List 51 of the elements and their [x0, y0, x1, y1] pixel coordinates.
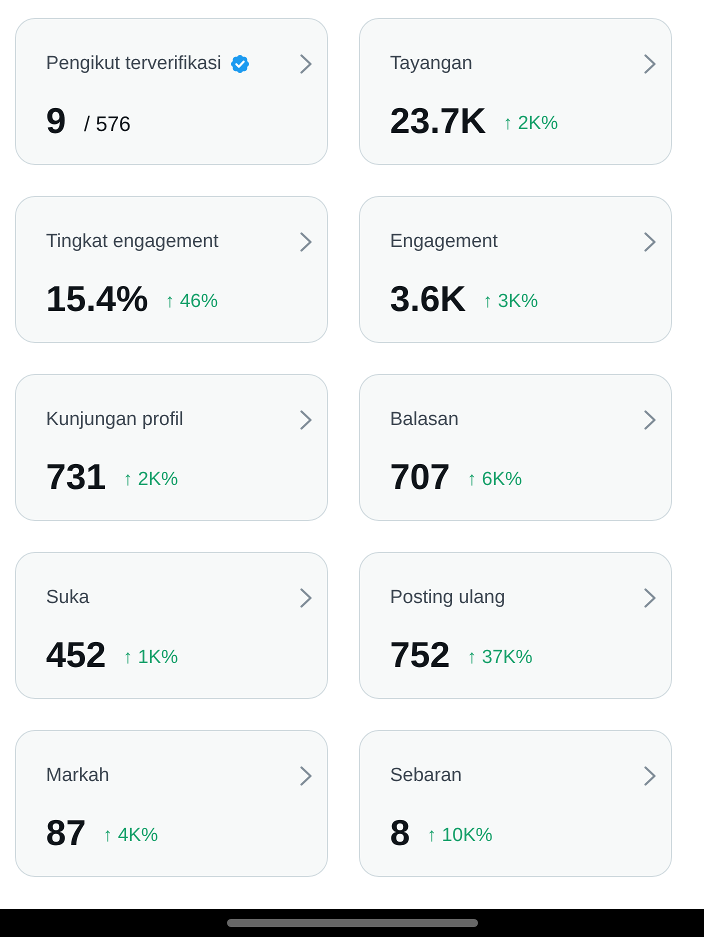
metric-label: Sebaran [390, 764, 462, 788]
chevron-right-icon [300, 410, 312, 430]
chevron-right-icon [644, 232, 656, 252]
metric-value: 9 [46, 101, 66, 141]
chevron-right-icon [300, 766, 312, 786]
home-indicator[interactable] [226, 919, 478, 927]
metric-change: ↑ 2K% [123, 469, 178, 491]
metric-label: Tayangan [390, 52, 472, 76]
metric-value: 23.7K [390, 101, 486, 141]
metric-value: 752 [390, 635, 450, 675]
chevron-right-icon [644, 54, 656, 74]
metric-value: 15.4% [46, 279, 148, 319]
metric-change: ↑ 37K% [467, 647, 533, 669]
metric-card[interactable]: Sebaran 8 ↑ 10K% [359, 730, 672, 877]
metric-card[interactable]: Tingkat engagement 15.4% ↑ 46% [15, 196, 328, 343]
metric-change: ↑ 10K% [427, 825, 493, 847]
metric-value: 8 [390, 813, 410, 853]
metric-value: 731 [46, 457, 106, 497]
metric-card[interactable]: Pengikut terverifikasi 9 / 576 [15, 18, 328, 165]
metric-change: ↑ 46% [165, 291, 218, 313]
metric-label: Engagement [390, 230, 498, 254]
metric-card[interactable]: Balasan 707 ↑ 6K% [359, 374, 672, 521]
metric-label: Suka [46, 586, 90, 610]
metric-change: ↑ 6K% [467, 469, 522, 491]
metric-card[interactable]: Suka 452 ↑ 1K% [15, 552, 328, 699]
chevron-right-icon [300, 54, 312, 74]
metric-card[interactable]: Markah 87 ↑ 4K% [15, 730, 328, 877]
metric-value: 87 [46, 813, 86, 853]
metric-label: Kunjungan profil [46, 408, 184, 432]
metric-card[interactable]: Posting ulang 752 ↑ 37K% [359, 552, 672, 699]
metric-value: 452 [46, 635, 106, 675]
chevron-right-icon [644, 588, 656, 608]
metric-total: / 576 [84, 112, 131, 138]
metric-card[interactable]: Tayangan 23.7K ↑ 2K% [359, 18, 672, 165]
metric-label: Markah [46, 764, 110, 788]
metric-label: Balasan [390, 408, 459, 432]
metric-card[interactable]: Engagement 3.6K ↑ 3K% [359, 196, 672, 343]
metric-change: ↑ 1K% [123, 647, 178, 669]
chevron-right-icon [644, 410, 656, 430]
metric-card[interactable]: Kunjungan profil 731 ↑ 2K% [15, 374, 328, 521]
metric-change: ↑ 2K% [503, 113, 558, 135]
metric-label: Pengikut terverifikasi [46, 52, 222, 76]
metric-label: Posting ulang [390, 586, 506, 610]
chevron-right-icon [300, 232, 312, 252]
metric-change: ↑ 4K% [103, 825, 158, 847]
chevron-right-icon [644, 766, 656, 786]
metric-change: ↑ 3K% [483, 291, 538, 313]
chevron-right-icon [300, 588, 312, 608]
metric-label: Tingkat engagement [46, 230, 219, 254]
metric-value: 3.6K [390, 279, 466, 319]
metric-value: 707 [390, 457, 450, 497]
